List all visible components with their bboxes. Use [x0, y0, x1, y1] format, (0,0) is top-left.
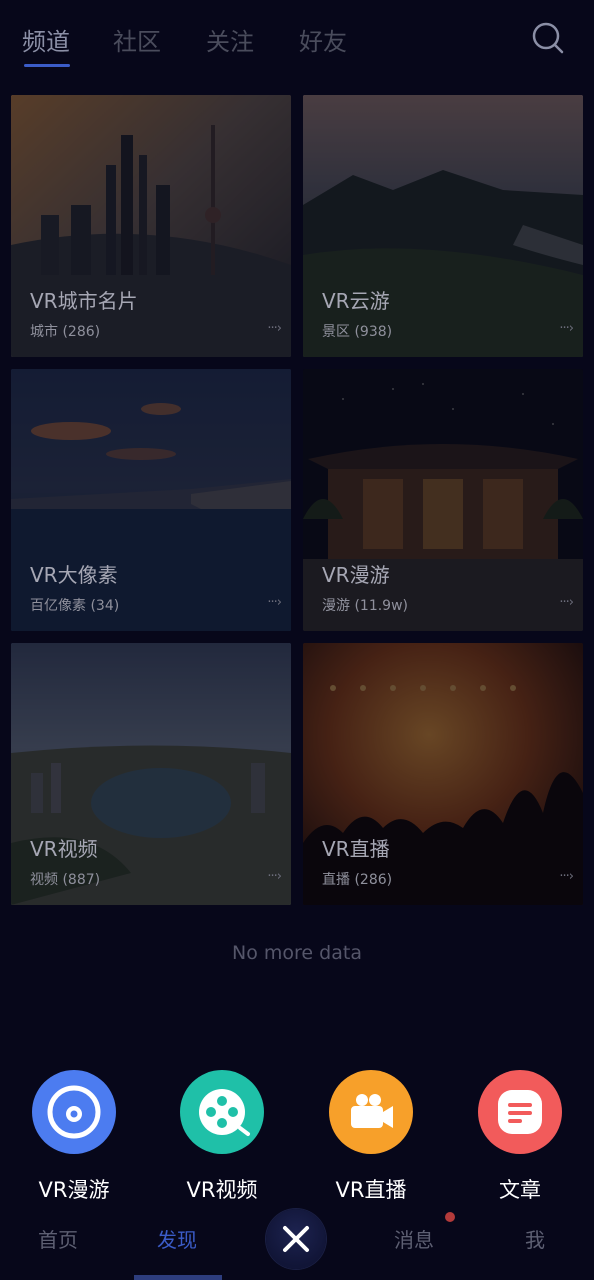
more-icon: ···› — [559, 869, 574, 884]
article-action-label[interactable]: 文章 — [445, 1174, 594, 1204]
film-reel-icon — [199, 1089, 250, 1136]
card-vr-gigapixel[interactable]: VR大像素 百亿像素 (34) ···› — [11, 369, 291, 631]
search-icon — [532, 22, 564, 54]
nav-discover[interactable]: 发现 — [157, 1224, 197, 1253]
video-camera-icon — [351, 1094, 393, 1128]
more-icon: ···› — [267, 595, 282, 610]
more-icon: ···› — [267, 321, 282, 336]
card-vr-cloud-tour[interactable]: VR云游 景区 (938) ···› — [303, 95, 583, 357]
card-title: VR大像素 — [30, 563, 118, 587]
card-subtitle: 直播 (286) — [322, 872, 393, 888]
tab-friends[interactable]: 好友 — [299, 22, 347, 57]
close-icon — [283, 1226, 309, 1252]
vr-tour-action-label[interactable]: VR漫游 — [0, 1174, 149, 1204]
card-vr-video[interactable]: VR视频 视频 (887) ···› — [11, 643, 291, 905]
nav-me[interactable]: 我 — [525, 1224, 545, 1253]
card-vr-live[interactable]: VR直播 直播 (286) ···› — [303, 643, 583, 905]
nav-messages[interactable]: 消息 — [394, 1224, 434, 1253]
vr-video-action-label[interactable]: VR视频 — [147, 1174, 297, 1204]
no-more-data-text: No more data — [232, 942, 362, 964]
card-title: VR云游 — [322, 289, 390, 313]
more-icon: ···› — [559, 321, 574, 336]
card-subtitle: 漫游 (11.9w) — [322, 598, 408, 614]
tab-community[interactable]: 社区 — [113, 22, 161, 57]
vr-tour-icon — [47, 1085, 101, 1139]
nav-home[interactable]: 首页 — [38, 1224, 78, 1253]
card-vr-city[interactable]: VR城市名片 城市 (286) ···› — [11, 95, 291, 357]
vr-live-action-button[interactable] — [329, 1070, 413, 1154]
close-button[interactable] — [266, 1209, 326, 1269]
vr-tour-action-button[interactable] — [32, 1070, 116, 1154]
more-icon: ···› — [559, 595, 574, 610]
card-vr-roaming[interactable]: VR漫游 漫游 (11.9w) ···› — [303, 369, 583, 631]
top-tab-bar: 频道 社区 关注 好友 — [0, 0, 594, 80]
card-subtitle: 视频 (887) — [30, 872, 101, 888]
card-subtitle: 百亿像素 (34) — [30, 598, 120, 614]
vr-live-action-label[interactable]: VR直播 — [296, 1174, 446, 1204]
tab-following[interactable]: 关注 — [206, 22, 254, 57]
card-title: VR视频 — [30, 837, 98, 861]
card-title: VR直播 — [322, 837, 390, 861]
vr-video-action-button[interactable] — [180, 1070, 264, 1154]
article-icon — [498, 1090, 542, 1134]
active-nav-indicator — [134, 1275, 222, 1280]
card-title: VR城市名片 — [30, 289, 138, 313]
card-subtitle: 城市 (286) — [30, 324, 101, 340]
message-badge-dot — [445, 1212, 455, 1222]
card-subtitle: 景区 (938) — [322, 324, 393, 340]
tab-channel[interactable]: 频道 — [22, 22, 70, 57]
more-icon: ···› — [267, 869, 282, 884]
active-tab-indicator — [24, 64, 70, 67]
search-button[interactable] — [530, 20, 566, 56]
card-title: VR漫游 — [322, 563, 390, 587]
article-action-button[interactable] — [478, 1070, 562, 1154]
